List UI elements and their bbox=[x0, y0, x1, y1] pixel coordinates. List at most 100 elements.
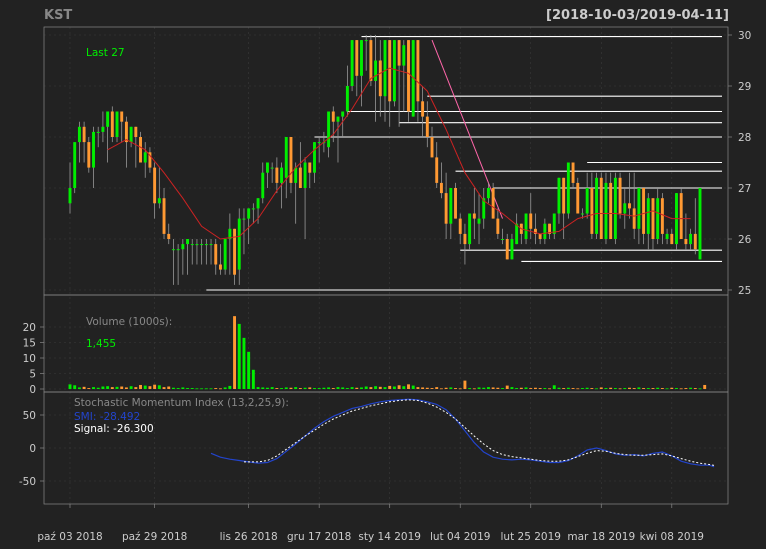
x-tick-label: kwi 08 2019 bbox=[640, 531, 704, 543]
candle-body bbox=[261, 172, 265, 199]
volume-bar bbox=[284, 387, 288, 389]
candle-body bbox=[458, 218, 462, 234]
candle-body bbox=[449, 188, 453, 224]
candle-body bbox=[374, 60, 378, 81]
volume-bar bbox=[261, 387, 265, 389]
volume-bar bbox=[336, 387, 340, 389]
candle-body bbox=[82, 126, 86, 143]
volume-bar bbox=[134, 387, 138, 389]
candle-body bbox=[576, 182, 580, 214]
volume-bar bbox=[590, 388, 594, 389]
candle-body bbox=[157, 198, 161, 204]
volume-bar bbox=[628, 387, 631, 389]
candle-body bbox=[200, 244, 204, 246]
volume-bar bbox=[157, 385, 161, 389]
candle-body bbox=[317, 142, 321, 144]
candle-body bbox=[562, 177, 566, 214]
volume-bar bbox=[143, 385, 147, 389]
candle-body bbox=[660, 198, 664, 234]
volume-title: Volume (1000s): bbox=[86, 316, 172, 328]
volume-bar bbox=[468, 388, 472, 389]
volume-bar bbox=[341, 387, 345, 389]
candle-body bbox=[360, 40, 363, 76]
volume-bar bbox=[73, 385, 77, 389]
volume-bar bbox=[101, 386, 105, 389]
volume-bar bbox=[529, 388, 533, 389]
candle-body bbox=[538, 233, 542, 239]
volume-bar bbox=[411, 385, 415, 389]
volume-bar bbox=[430, 388, 434, 389]
price-tick-label: 25 bbox=[738, 285, 751, 297]
volume-bar bbox=[218, 388, 222, 390]
candle-body bbox=[190, 244, 194, 246]
volume-value-label: 1,455 bbox=[86, 338, 116, 350]
x-tick-label: paź 03 2018 bbox=[37, 531, 102, 543]
volume-bar bbox=[298, 388, 302, 389]
price-tick-label: 27 bbox=[738, 183, 751, 195]
candle-body bbox=[115, 111, 119, 137]
candle-body bbox=[585, 188, 589, 214]
candle-body bbox=[628, 203, 631, 209]
volume-bar bbox=[214, 388, 218, 389]
volume-bar bbox=[110, 387, 114, 389]
volume-bar bbox=[120, 386, 124, 389]
candle-body bbox=[195, 244, 199, 246]
candle-body bbox=[496, 218, 500, 234]
volume-bar bbox=[106, 386, 110, 389]
candle-body bbox=[486, 188, 490, 199]
volume-bar bbox=[139, 384, 142, 389]
candle-body bbox=[92, 131, 95, 168]
candle-body bbox=[388, 40, 392, 102]
x-tick-label: paź 29 2018 bbox=[122, 531, 187, 543]
candle-body bbox=[350, 40, 354, 86]
volume-bar bbox=[670, 387, 674, 389]
volume-bar bbox=[115, 386, 119, 389]
volume-bar bbox=[317, 388, 321, 389]
candle-body bbox=[454, 188, 457, 219]
candle-body bbox=[529, 213, 533, 229]
candle-body bbox=[218, 264, 222, 270]
candle-body bbox=[590, 188, 594, 234]
candle-body bbox=[468, 213, 472, 245]
candle-body bbox=[632, 208, 636, 229]
price-tick-label: 30 bbox=[738, 30, 751, 42]
volume-bar bbox=[562, 388, 566, 389]
chart-title: KST bbox=[44, 8, 72, 23]
volume-tick-label: 0 bbox=[29, 384, 36, 396]
candle-body bbox=[581, 213, 584, 215]
candle-body bbox=[651, 198, 655, 239]
candle-body bbox=[670, 233, 674, 245]
candle-body bbox=[327, 111, 331, 148]
volume-bar bbox=[689, 387, 693, 389]
candle-body bbox=[618, 177, 622, 214]
candle-body bbox=[439, 182, 443, 194]
candle-body bbox=[181, 244, 185, 250]
candle-body bbox=[298, 167, 302, 188]
volume-bar bbox=[613, 388, 617, 389]
candle-body bbox=[308, 162, 312, 173]
volume-bar bbox=[548, 388, 552, 390]
volume-bar bbox=[392, 386, 396, 389]
volume-bar bbox=[374, 386, 378, 389]
volume-bar bbox=[595, 388, 599, 390]
volume-bar bbox=[195, 388, 199, 390]
volume-bar bbox=[444, 387, 448, 389]
candle-body bbox=[407, 40, 410, 112]
volume-bar bbox=[181, 387, 185, 389]
x-tick-label: lis 26 2018 bbox=[220, 531, 278, 543]
volume-bar bbox=[458, 388, 462, 390]
price-tick-label: 26 bbox=[738, 234, 752, 246]
candle-body bbox=[303, 162, 307, 188]
volume-bar bbox=[331, 388, 335, 389]
candle-body bbox=[223, 239, 227, 270]
volume-bar bbox=[679, 388, 683, 390]
volume-bar bbox=[350, 387, 354, 389]
candle-body bbox=[425, 116, 429, 137]
date-range-label: [2018-10-03/2019-04-11] bbox=[546, 8, 729, 23]
volume-bar bbox=[684, 388, 688, 389]
volume-bar bbox=[266, 387, 269, 389]
candle-body bbox=[604, 182, 608, 239]
candle-body bbox=[637, 188, 641, 229]
volume-bar bbox=[515, 388, 519, 389]
x-tick-label: gru 17 2018 bbox=[287, 531, 351, 543]
